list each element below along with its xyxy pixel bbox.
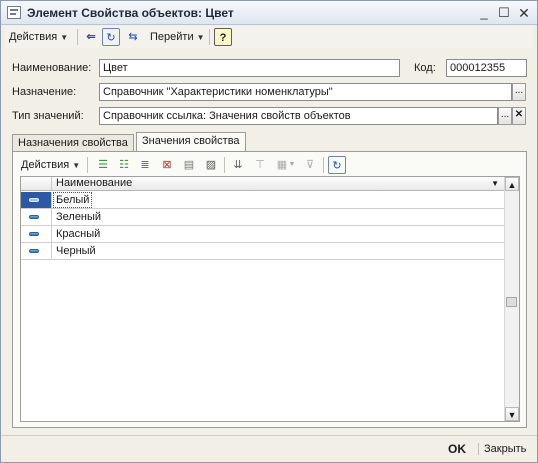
add-item-icon[interactable]: ☰ [94, 156, 112, 174]
actions-menu-button[interactable]: Действия ▼ [9, 28, 68, 46]
code-field[interactable]: 000012355 [446, 59, 527, 77]
form-footer: OK Закрыть [1, 435, 537, 462]
chevron-down-icon: ▼ [60, 33, 69, 42]
row-name: Черный [56, 245, 96, 257]
copy-item-icon[interactable]: ≣ [136, 156, 154, 174]
header-icon-column [21, 177, 52, 190]
purpose-label: Назначение: [12, 86, 77, 98]
row-name: Белый [52, 192, 93, 208]
form-icon [7, 6, 21, 19]
scroll-thumb[interactable] [506, 297, 517, 307]
scroll-up-icon[interactable]: ▲ [505, 177, 519, 191]
scroll-down-icon[interactable]: ▼ [505, 407, 519, 421]
form-window: Элемент Свойства объектов: Цвет _ ☐ ✕ Де… [0, 0, 538, 463]
table-row[interactable]: Зеленый [21, 209, 505, 226]
actions-menu-label: Действия [9, 31, 58, 43]
code-label: Код: [414, 62, 436, 74]
sort-arrow-icon[interactable]: ▼ [491, 177, 499, 190]
close-button[interactable]: Закрыть [478, 443, 526, 455]
table-row[interactable]: Белый [21, 192, 505, 209]
row-name: Зеленый [56, 211, 102, 223]
element-icon [29, 198, 39, 202]
table-header: Наименование ▼ [21, 177, 505, 191]
vertical-scrollbar[interactable]: ▲ ▼ [504, 177, 519, 421]
row-name: Красный [56, 228, 101, 240]
values-actions-label: Действия [21, 159, 70, 171]
parent-level-icon[interactable]: ⊤ [251, 156, 269, 174]
row-icon-cell [21, 226, 52, 242]
table-row[interactable]: Красный [21, 226, 505, 243]
value-type-label: Тип значений: [12, 110, 84, 122]
toolbar-divider [77, 29, 78, 45]
chevron-down-icon: ▼ [196, 33, 205, 42]
table-row[interactable]: Черный [21, 243, 505, 260]
element-icon [29, 249, 39, 253]
row-icon-cell [21, 243, 52, 259]
goto-menu-label: Перейти [150, 31, 194, 43]
values-panel: Действия ▼ ☰ ☷ ≣ ⊠ ▤ ▨ ⇊ ⊤ ▦ ▼ ⊽ ↻ Наимен… [12, 151, 527, 428]
toolbar-divider [87, 157, 88, 173]
minimize-icon[interactable]: _ [475, 4, 493, 22]
row-icon-cell [21, 192, 52, 208]
name-field[interactable]: Цвет [99, 59, 400, 77]
value-type-select-button[interactable]: ... [498, 107, 512, 125]
toolbar-divider [209, 29, 210, 45]
refresh-icon[interactable]: ↻ [102, 28, 120, 46]
refresh-list-icon[interactable]: ↻ [328, 156, 346, 174]
edit-item-icon[interactable]: ▨ [202, 156, 220, 174]
delete-item-icon[interactable]: ⊠ [158, 156, 176, 174]
name-label: Наименование: [12, 62, 92, 74]
purpose-field[interactable]: Справочник "Характеристики номенклатуры" [99, 83, 512, 101]
go-back-icon[interactable]: ⇐ [82, 28, 100, 46]
value-type-clear-button[interactable]: ✕ [512, 107, 526, 125]
values-actions-menu-button[interactable]: Действия ▼ [21, 156, 80, 174]
ok-button[interactable]: OK [448, 442, 466, 456]
window-title: Элемент Свойства объектов: Цвет [27, 6, 234, 20]
goto-menu-button[interactable]: Перейти ▼ [150, 28, 205, 46]
toolbar-divider [323, 157, 324, 173]
tab-property-purpose[interactable]: Назначения свойства [12, 134, 134, 152]
chevron-down-icon[interactable]: ▼ [287, 156, 297, 174]
help-button[interactable]: ? [214, 28, 232, 46]
row-icon-cell [21, 209, 52, 225]
title-bar[interactable]: Элемент Свойства объектов: Цвет _ ☐ ✕ [1, 1, 537, 25]
chevron-down-icon: ▼ [72, 161, 81, 170]
clear-filter-icon[interactable]: ⊽ [301, 156, 319, 174]
toolbar-divider [224, 157, 225, 173]
hierarchy-filter-icon[interactable]: ⇊ [229, 156, 247, 174]
maximize-icon[interactable]: ☐ [495, 4, 513, 22]
value-type-field[interactable]: Справочник ссылка: Значения свойств объе… [99, 107, 498, 125]
add-group-icon[interactable]: ☷ [115, 156, 133, 174]
element-icon [29, 215, 39, 219]
main-toolbar: Действия ▼ ⇐ ↻ ⇆ Перейти ▼ ? [5, 26, 533, 48]
navigate-icon[interactable]: ⇆ [124, 28, 142, 46]
values-toolbar: Действия ▼ ☰ ☷ ≣ ⊠ ▤ ▨ ⇊ ⊤ ▦ ▼ ⊽ ↻ [17, 155, 522, 175]
values-table[interactable]: Наименование ▼ Белый Зеленый Красный Чер… [20, 176, 520, 422]
element-icon [29, 232, 39, 236]
column-header-name[interactable]: Наименование [56, 177, 132, 190]
tab-property-values[interactable]: Значения свойства [136, 132, 246, 152]
purpose-select-button[interactable]: ... [512, 83, 526, 101]
mark-deletion-icon[interactable]: ▤ [180, 156, 198, 174]
close-icon[interactable]: ✕ [515, 4, 533, 22]
